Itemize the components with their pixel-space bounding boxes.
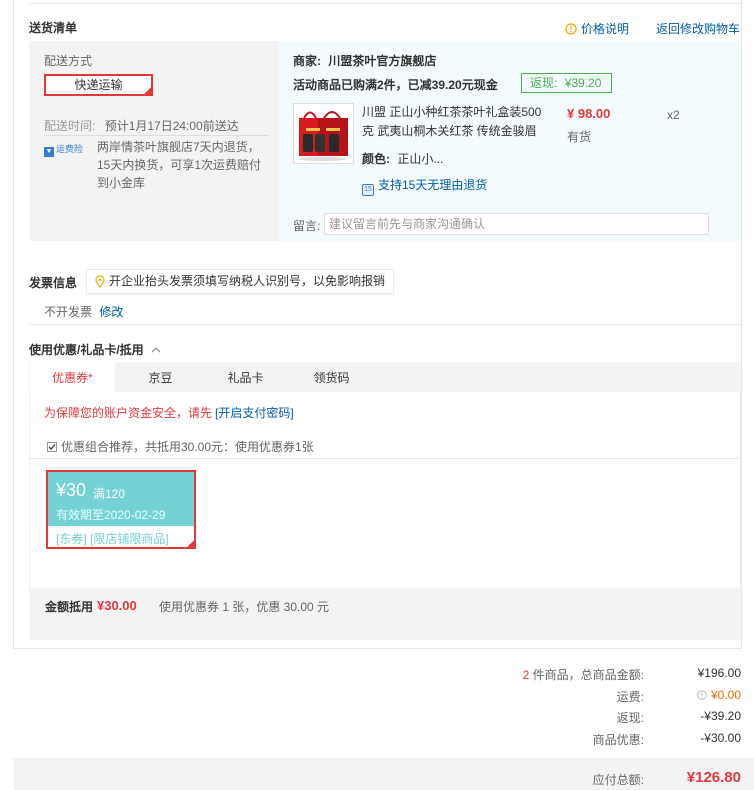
color-row: 颜色: 正山小... xyxy=(362,150,443,167)
invoice-title: 发票信息 xyxy=(29,276,78,290)
payable-value: ¥126.80 xyxy=(686,769,741,786)
coupons-toggle[interactable]: 使用优惠/礼品卡/抵用 xyxy=(29,341,161,358)
insurance-badge-label: 运费险 xyxy=(56,144,84,154)
frame-right-border xyxy=(741,0,742,649)
ship-method-value: 快递运输 xyxy=(74,78,123,92)
item-count: 2 xyxy=(522,668,530,682)
security-warning-row: 为保障您的账户资金安全，请先 [开启支付密码] xyxy=(44,404,294,421)
coupon-summary: 金额抵用 ¥30.00 使用优惠券 1 张，优惠 30.00 元 xyxy=(29,588,741,640)
coupon-amount: ¥30 xyxy=(56,480,87,500)
summary-amount: ¥30.00 xyxy=(97,598,137,613)
freight-label: 运费: xyxy=(616,690,644,704)
info-circle-icon xyxy=(565,23,577,35)
coupon-tags: [东券] [限店铺限商品] xyxy=(56,530,169,547)
note-placeholder: 建议留言前先与商家沟通确认 xyxy=(329,217,486,231)
info-circle-icon[interactable] xyxy=(697,690,707,700)
price-help-link[interactable]: 价格说明 xyxy=(565,20,629,37)
enable-pay-password-link[interactable]: [开启支付密码] xyxy=(215,406,294,420)
discount-label: 商品优惠: xyxy=(592,733,644,747)
insurance-icon: ▼ xyxy=(44,147,54,157)
frame-bottom-border xyxy=(13,648,741,649)
coupon-selected-icon xyxy=(186,539,195,548)
coupon-validity: 有效期至2020-02-29 xyxy=(56,508,166,522)
rebate-total-label: 返现: xyxy=(616,711,644,725)
recommend-row[interactable]: 优惠组合推荐，共抵用30.00元：使用优惠券1张 xyxy=(47,438,314,455)
ship-method-option[interactable]: 快递运输 xyxy=(44,74,153,96)
note-label: 留言: xyxy=(293,219,321,233)
rebate-label: 返现: xyxy=(530,76,558,90)
coupon-tag-limit: [限店铺限商品] xyxy=(90,532,169,546)
discount-value: -¥30.00 xyxy=(700,731,741,745)
stock-status: 有货 xyxy=(567,130,592,144)
ship-time-value: 预计1月17日24:00前送达 xyxy=(104,119,239,133)
coupon-card-top: ¥30 满120 有效期至2020-02-29 xyxy=(48,472,194,526)
promo-text: 活动商品已购满2件，已减39.20元现金 xyxy=(293,78,498,92)
invoice-value: 不开发票 xyxy=(44,305,93,319)
tab-pickup-code[interactable]: 领货码 xyxy=(289,362,374,392)
product-qty: x2 xyxy=(667,108,680,122)
color-label: 颜色: xyxy=(362,152,390,166)
color-value: 正山小... xyxy=(397,152,444,166)
summary-detail: 使用优惠券 1 张，优惠 30.00 元 xyxy=(159,600,330,614)
note-input[interactable]: 建议留言前先与商家沟通确认 xyxy=(324,213,709,235)
product-name[interactable]: 川盟 正山小种红茶茶叶礼盒装500克 武夷山桐木关红茶 传统金骏眉 xyxy=(362,103,544,141)
price-help-label[interactable]: 价格说明 xyxy=(581,22,629,36)
insurance-text: 两岸情茶叶旗舰店7天内退货，15天内换货，可享1次运费赔付到小金库 xyxy=(97,140,262,190)
return-policy[interactable]: 15 支持15天无理由退货 xyxy=(362,176,487,196)
coupon-card[interactable]: ¥30 满120 有效期至2020-02-29 [东券] [限店铺限商品] xyxy=(46,470,196,549)
coupons-title: 使用优惠/礼品卡/抵用 xyxy=(29,343,144,357)
invoice-row: 不开发票 修改 xyxy=(44,303,123,320)
insurance-badge: ▼ 运费险 xyxy=(44,141,83,157)
goods-amount: ¥196.00 xyxy=(697,666,741,680)
recommend-text: 优惠组合推荐，共抵用30.00元：使用优惠券1张 xyxy=(61,440,314,454)
checkbox-icon[interactable] xyxy=(47,442,57,452)
tab-coupon[interactable]: 优惠券* xyxy=(30,362,115,392)
coupon-tag-dong: [东券] xyxy=(56,532,87,546)
product-price: ¥ 98.00 xyxy=(567,106,611,121)
ship-method-title: 配送方式 xyxy=(44,54,93,68)
item-count-suffix: 件商品，总商品金额: xyxy=(532,668,644,682)
product-image[interactable] xyxy=(293,103,354,164)
security-warning: 为保障您的账户资金安全，请先 xyxy=(44,406,213,420)
frame-top-border xyxy=(29,3,741,4)
tab-jingdou[interactable]: 京豆 xyxy=(118,362,203,392)
summary-label: 金额抵用 xyxy=(45,600,94,614)
coupon-condition: 满120 xyxy=(93,487,126,501)
invoice-edit-link[interactable]: 修改 xyxy=(99,305,123,319)
invoice-tip-text: 开企业抬头发票须填写纳税人识别号，以免影响报销 xyxy=(109,274,386,288)
ship-time-row: 配送时间: 预计1月17日24:00前送达 xyxy=(44,117,239,134)
freight-value: ¥0.00 xyxy=(710,688,741,702)
tea-gift-box-image xyxy=(294,104,353,163)
payable-label: 应付总额: xyxy=(592,773,644,787)
merchant-row: 商家: 川盟茶叶官方旗舰店 xyxy=(293,52,436,69)
ship-time-label: 配送时间: xyxy=(44,119,96,133)
tab-gift-card[interactable]: 礼品卡 xyxy=(203,362,288,392)
rebate-value: ¥39.20 xyxy=(564,76,602,90)
goods-count-label: 2 件商品，总商品金额: xyxy=(523,666,644,683)
return-policy-icon: 15 xyxy=(362,184,374,196)
invoice-divider xyxy=(29,324,741,325)
rebate-total-value: -¥39.20 xyxy=(700,709,741,723)
invoice-tip: 开企业抬头发票须填写纳税人识别号，以免影响报销 xyxy=(86,269,394,294)
merchant-label: 商家: xyxy=(293,54,321,68)
delivery-title: 送货清单 xyxy=(29,21,78,35)
corner-check-icon xyxy=(143,86,152,95)
freight-row: ¥0.00 xyxy=(697,688,741,702)
return-policy-label: 支持15天无理由退货 xyxy=(378,178,488,192)
chevron-up-icon xyxy=(151,347,161,353)
recommend-divider xyxy=(29,458,741,459)
ship-divider xyxy=(44,135,269,136)
back-to-cart-link[interactable]: 返回修改购物车 xyxy=(656,20,740,37)
location-pin-icon xyxy=(95,275,105,288)
merchant-name[interactable]: 川盟茶叶官方旗舰店 xyxy=(328,54,436,68)
rebate-badge: 返现: ¥39.20 xyxy=(521,73,612,93)
frame-left-border xyxy=(13,0,14,649)
